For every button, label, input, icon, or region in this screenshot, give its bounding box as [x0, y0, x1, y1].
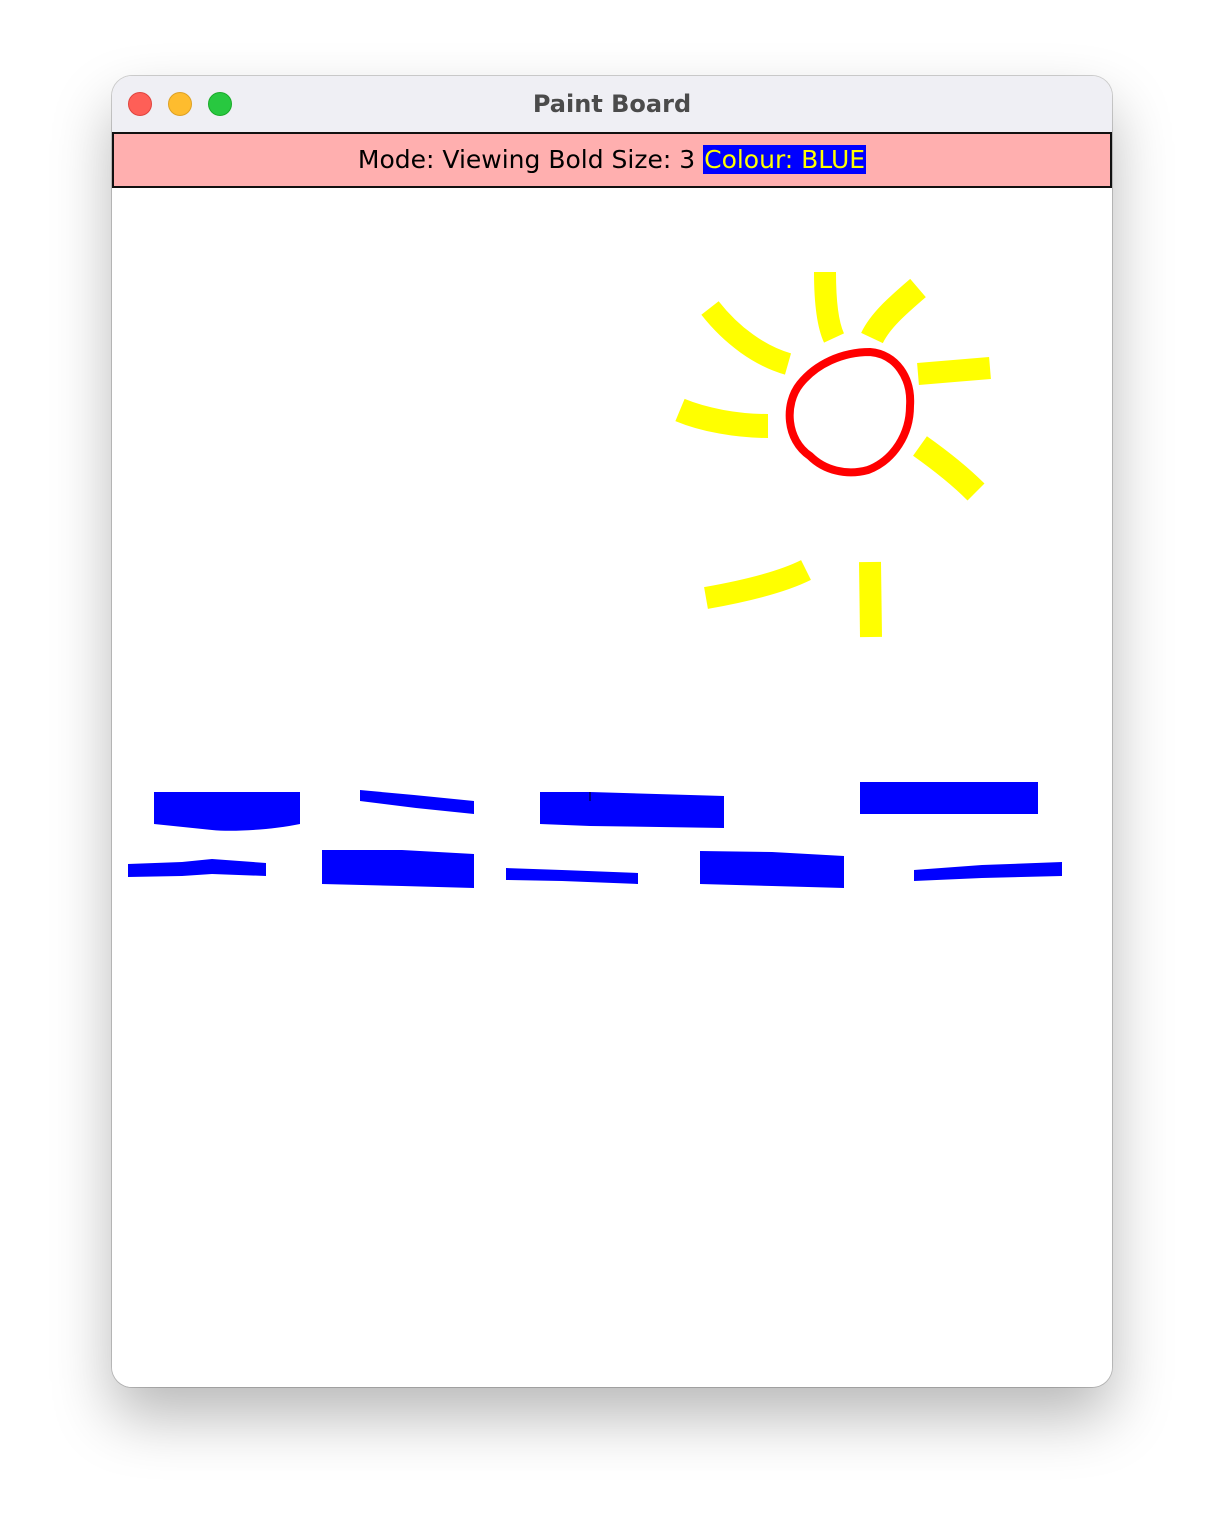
wave-stroke — [700, 851, 844, 888]
sun-ray — [701, 301, 792, 375]
sun-ray — [675, 398, 769, 438]
sun-ray — [913, 436, 985, 501]
sun-drawing — [675, 271, 991, 638]
wave-stroke — [360, 790, 474, 814]
wave-stroke — [506, 868, 638, 884]
water-waves — [128, 782, 1062, 888]
sun-ray — [814, 271, 845, 343]
sun-ray — [917, 357, 991, 385]
mode-label: Mode: Viewing — [357, 145, 541, 174]
wave-stroke — [540, 792, 724, 828]
paint-board-window: Paint Board Mode: Viewing Bold Size: 3 C… — [112, 76, 1112, 1387]
wave-stroke — [322, 850, 474, 888]
wave-stroke — [128, 859, 266, 877]
wave-stroke — [860, 782, 1038, 814]
wave-stroke — [154, 792, 300, 831]
sun-circle — [785, 347, 915, 477]
status-bar: Mode: Viewing Bold Size: 3 Colour: BLUE — [112, 132, 1112, 188]
colour-label: Colour: BLUE — [703, 145, 867, 174]
window-title: Paint Board — [532, 90, 692, 118]
bold-size-label: Bold Size: 3 — [548, 145, 696, 174]
sun-ray — [704, 560, 811, 609]
wave-stroke — [914, 862, 1062, 881]
drawing-svg[interactable] — [112, 188, 1112, 1387]
sun-ray — [861, 278, 926, 344]
sun-ray — [859, 561, 882, 638]
drawing-canvas[interactable] — [112, 188, 1112, 1387]
sun-rays — [675, 271, 991, 638]
title-bar[interactable]: Paint Board — [112, 76, 1112, 132]
